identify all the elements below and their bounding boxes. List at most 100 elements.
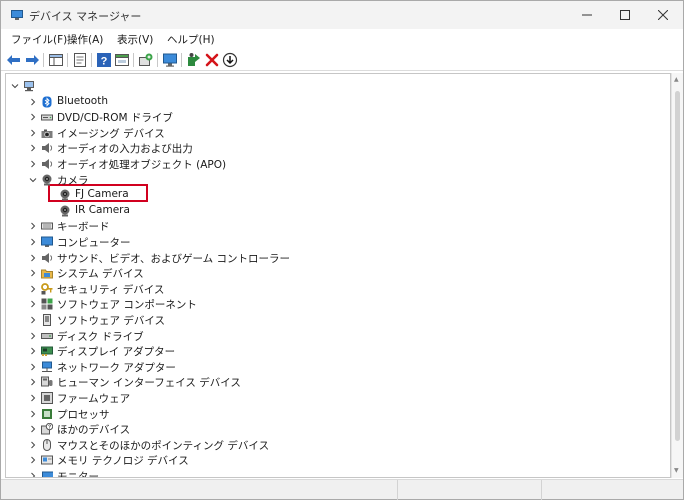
chevron-right-icon[interactable] bbox=[28, 250, 38, 266]
system-folder-icon bbox=[41, 267, 53, 279]
camera-icon bbox=[59, 205, 71, 217]
chevron-right-icon[interactable] bbox=[28, 328, 38, 344]
tree-node[interactable] bbox=[6, 78, 646, 94]
tree-node[interactable]: FJ Camera bbox=[6, 187, 646, 203]
scroll-down-icon[interactable]: ▼ bbox=[674, 467, 679, 474]
tree-node[interactable]: オーディオの入力および出力 bbox=[6, 140, 646, 156]
chevron-right-icon[interactable] bbox=[28, 265, 38, 281]
tree-node[interactable]: ネットワーク アダプター bbox=[6, 359, 646, 375]
tree-node[interactable]: ファームウェア bbox=[6, 390, 646, 406]
tree-node-label: ヒューマン インターフェイス デバイス bbox=[57, 377, 241, 390]
toolbar-forward-arrow-button[interactable] bbox=[24, 52, 40, 68]
chevron-right-icon[interactable] bbox=[28, 359, 38, 375]
toolbar-back-arrow-button[interactable] bbox=[6, 52, 22, 68]
svg-text:?: ? bbox=[101, 56, 108, 68]
menu-bar: ファイル(F) 操作(A) 表示(V) ヘルプ(H) bbox=[1, 29, 683, 49]
toolbar-view-panel-button[interactable] bbox=[114, 52, 130, 68]
chevron-right-icon[interactable] bbox=[28, 421, 38, 437]
scrollbar-thumb[interactable] bbox=[675, 91, 680, 441]
tree-node[interactable]: マウスとそのほかのポインティング デバイス bbox=[6, 437, 646, 453]
computer-monitor-icon bbox=[41, 236, 53, 248]
toolbar-scan-hardware-button[interactable] bbox=[138, 52, 154, 68]
menu-view[interactable]: 表示(V) bbox=[117, 32, 153, 47]
tree-node[interactable]: コンピューター bbox=[6, 234, 646, 250]
chevron-right-icon[interactable] bbox=[28, 406, 38, 422]
tree-node[interactable]: ディスプレイ アダプター bbox=[6, 343, 646, 359]
toolbar-monitor-button[interactable] bbox=[162, 52, 178, 68]
menu-help[interactable]: ヘルプ(H) bbox=[167, 32, 215, 47]
tree-node-label: ソフトウェア デバイス bbox=[57, 315, 166, 327]
maximize-button[interactable] bbox=[605, 1, 645, 29]
computer-icon bbox=[23, 80, 35, 92]
minimize-button[interactable] bbox=[567, 1, 607, 29]
toolbar-help-button[interactable]: ? bbox=[96, 52, 112, 68]
window-title: デバイス マネージャー bbox=[29, 10, 142, 23]
tree-node[interactable]: セキュリティ デバイス bbox=[6, 281, 646, 297]
tree-node[interactable]: DVD/CD-ROM ドライブ bbox=[6, 109, 646, 125]
tree-node[interactable]: システム デバイス bbox=[6, 265, 646, 281]
chevron-right-icon[interactable] bbox=[28, 218, 38, 234]
close-icon bbox=[658, 10, 668, 20]
chevron-right-icon[interactable] bbox=[28, 437, 38, 453]
hid-icon bbox=[41, 376, 53, 388]
firmware-icon bbox=[41, 392, 53, 404]
tree-node[interactable]: ソフトウェア デバイス bbox=[6, 312, 646, 328]
tree-node[interactable]: モニター bbox=[6, 468, 646, 477]
chevron-right-icon[interactable] bbox=[28, 125, 38, 141]
toolbar-update-driver-button[interactable] bbox=[186, 52, 202, 68]
device-manager-app-icon bbox=[11, 10, 23, 20]
chevron-right-icon[interactable] bbox=[28, 390, 38, 406]
memory-technology-icon bbox=[41, 454, 53, 466]
tree-node[interactable]: ディスク ドライブ bbox=[6, 328, 646, 344]
status-divider bbox=[541, 480, 542, 500]
toolbar-show-hide-tree-button[interactable] bbox=[48, 52, 64, 68]
chevron-right-icon[interactable] bbox=[28, 343, 38, 359]
vertical-scrollbar[interactable]: ▲ ▼ bbox=[671, 73, 683, 478]
chevron-right-icon[interactable] bbox=[28, 281, 38, 297]
tree-node[interactable]: プロセッサ bbox=[6, 406, 646, 422]
toolbar-separator bbox=[43, 53, 44, 67]
chevron-down-icon[interactable] bbox=[28, 172, 38, 188]
tree-node[interactable]: ヒューマン インターフェイス デバイス bbox=[6, 374, 646, 390]
toolbar-download-circle-button[interactable] bbox=[222, 52, 238, 68]
chevron-right-icon[interactable] bbox=[28, 312, 38, 328]
device-manager-window: デバイス マネージャー ファイル(F) 操作(A) 表示(V) ヘルプ(H) ?… bbox=[0, 0, 684, 500]
chevron-right-icon[interactable] bbox=[28, 140, 38, 156]
chevron-right-icon[interactable] bbox=[28, 452, 38, 468]
tree-node[interactable]: イメージング デバイス bbox=[6, 125, 646, 141]
chevron-right-icon[interactable] bbox=[28, 374, 38, 390]
chevron-right-icon[interactable] bbox=[28, 156, 38, 172]
disk-drive-icon bbox=[41, 330, 53, 342]
tree-node[interactable]: カメラ bbox=[6, 172, 646, 188]
tree-node[interactable]: Bluetooth bbox=[6, 94, 646, 110]
scan-hardware-icon bbox=[139, 53, 153, 66]
close-button[interactable] bbox=[643, 1, 683, 29]
software-device-icon bbox=[41, 314, 53, 326]
scroll-up-icon[interactable]: ▲ bbox=[674, 76, 679, 83]
chevron-right-icon[interactable] bbox=[28, 234, 38, 250]
tree-node[interactable]: IR Camera bbox=[6, 203, 646, 219]
menu-file[interactable]: ファイル(F) bbox=[11, 32, 67, 47]
toolbar-uninstall-x-button[interactable] bbox=[204, 52, 220, 68]
device-tree[interactable]: Bluetooth DVD/CD-ROM ドライブ イメージング デバイス オーディオ… bbox=[5, 73, 671, 478]
monitor-icon bbox=[41, 470, 56, 477]
tree-node[interactable]: キーボード bbox=[6, 218, 646, 234]
chevron-right-icon[interactable] bbox=[28, 296, 38, 312]
chevron-down-icon[interactable] bbox=[10, 78, 20, 94]
tree-node[interactable]: ? ほかのデバイス bbox=[6, 421, 646, 437]
tree-node-label: Bluetooth bbox=[57, 94, 108, 107]
display-adapter-icon bbox=[41, 345, 53, 357]
toolbar-properties-button[interactable] bbox=[72, 52, 88, 68]
tree-node[interactable]: サウンド、ビデオ、およびゲーム コントローラー bbox=[6, 250, 646, 266]
tree-node[interactable]: ソフトウェア コンポーネント bbox=[6, 296, 646, 312]
chevron-right-icon[interactable] bbox=[28, 109, 38, 125]
view-panel-icon bbox=[115, 54, 129, 66]
title-bar[interactable]: デバイス マネージャー bbox=[1, 1, 683, 29]
tree-node[interactable]: オーディオ処理オブジェクト (APO) bbox=[6, 156, 646, 172]
tree-node-label: ディスプレイ アダプター bbox=[57, 346, 176, 359]
menu-action[interactable]: 操作(A) bbox=[67, 32, 103, 47]
tree-node-label: コンピューター bbox=[57, 237, 131, 249]
chevron-right-icon[interactable] bbox=[28, 94, 38, 110]
tree-node[interactable]: メモリ テクノロジ デバイス bbox=[6, 452, 646, 468]
chevron-right-icon[interactable] bbox=[28, 468, 38, 477]
